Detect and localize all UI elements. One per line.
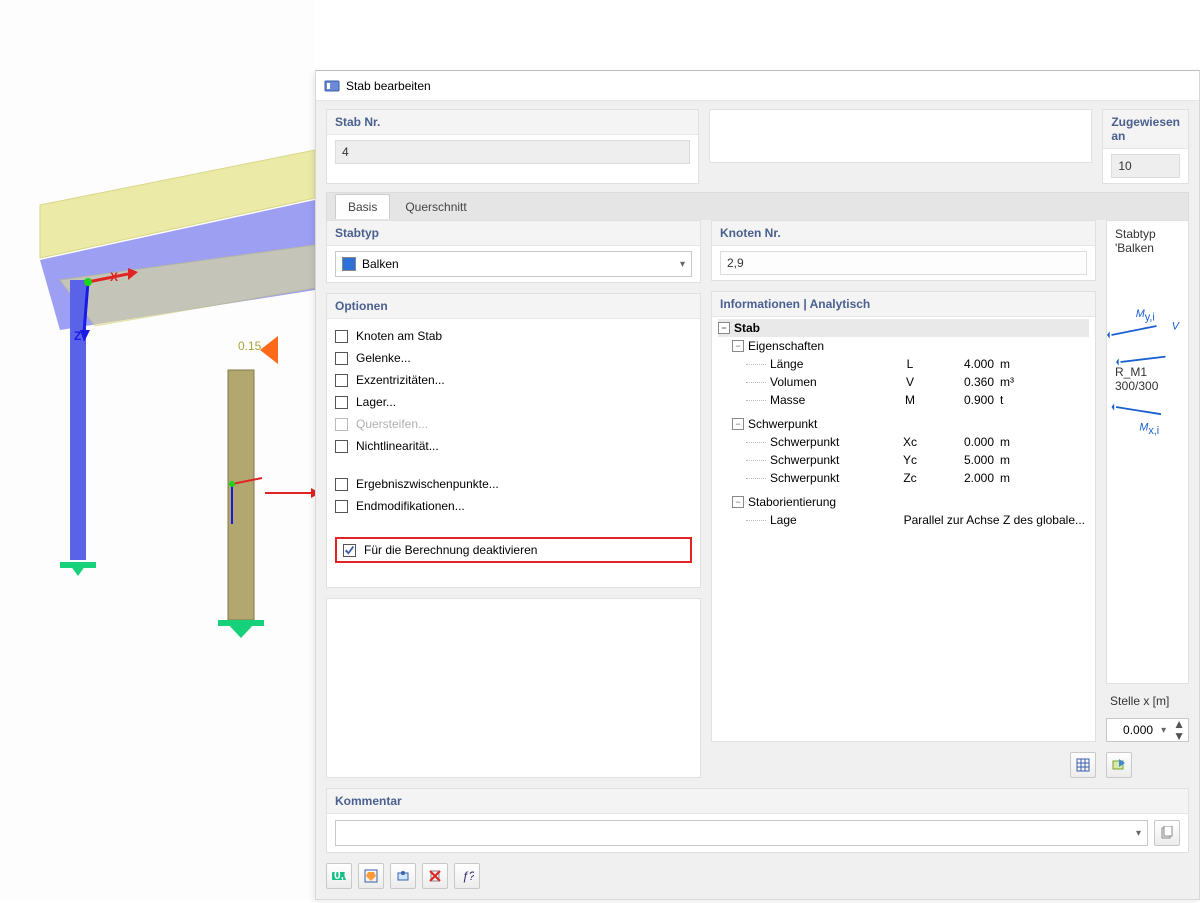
- dialog-titlebar[interactable]: Stab bearbeiten: [316, 71, 1199, 101]
- tree-collapse-icon[interactable]: −: [732, 496, 744, 508]
- knoten-input[interactable]: [720, 251, 1087, 275]
- footer-toolbar: 0,00 ƒ?: [316, 857, 1199, 899]
- kommentar-edit-button[interactable]: [1154, 820, 1180, 846]
- optionen-lower-blank: [326, 598, 701, 778]
- edit-member-dialog: Stab bearbeiten Stab Nr. Zugewiesen an B…: [315, 70, 1200, 900]
- stabtyp-dropdown[interactable]: Balken ▾: [335, 251, 692, 277]
- stabtyp-label: Stabtyp: [327, 221, 700, 246]
- dialog-icon: [324, 78, 340, 94]
- svg-text:M: M: [1139, 421, 1148, 433]
- tab-strip: Basis Querschnitt: [326, 192, 1189, 220]
- zugewiesen-label: Zugewiesen an: [1103, 110, 1188, 149]
- svg-text:0,00: 0,00: [334, 869, 347, 882]
- svg-text:V: V: [1172, 321, 1181, 333]
- tab-querschnitt[interactable]: Querschnitt: [392, 194, 479, 219]
- svg-text:0.15: 0.15: [238, 339, 262, 353]
- opt-nichtlinearitaet[interactable]: Nichtlinearität...: [335, 439, 692, 453]
- kommentar-panel: Kommentar ▾: [326, 788, 1189, 853]
- chevron-down-icon: ▾: [680, 259, 685, 270]
- stabtyp-value: Balken: [362, 257, 399, 271]
- chevron-down-icon: ▾: [1136, 828, 1147, 839]
- stelle-x-label: Stelle x [m]: [1106, 694, 1189, 708]
- opt-knoten-am-stab[interactable]: Knoten am Stab: [335, 329, 692, 343]
- view-render-button[interactable]: [390, 863, 416, 889]
- dialog-title: Stab bearbeiten: [346, 79, 431, 93]
- opt-gelenke[interactable]: Gelenke...: [335, 351, 692, 365]
- kommentar-combo[interactable]: ▾: [335, 820, 1148, 846]
- chevron-down-icon: ▾: [1157, 725, 1170, 736]
- optionen-panel: Optionen Knoten am Stab Gelenke... Exzen…: [326, 293, 701, 588]
- units-button[interactable]: 0,00: [326, 863, 352, 889]
- tab-basis[interactable]: Basis: [335, 194, 390, 219]
- opt-lager[interactable]: Lager...: [335, 395, 692, 409]
- zugewiesen-panel: Zugewiesen an: [1102, 109, 1189, 184]
- opt-quersteifen: Quersteifen...: [335, 417, 692, 431]
- function-button[interactable]: ƒ?: [454, 863, 480, 889]
- grid-options-button[interactable]: [1070, 752, 1096, 778]
- stab-nr-input[interactable]: [335, 140, 690, 164]
- header-row: Stab Nr. Zugewiesen an: [316, 101, 1199, 184]
- svg-text:M: M: [1136, 308, 1145, 320]
- stab-nr-label: Stab Nr.: [327, 110, 698, 135]
- svg-text:Z: Z: [74, 329, 81, 343]
- delete-button[interactable]: [422, 863, 448, 889]
- tree-collapse-icon[interactable]: −: [732, 418, 744, 430]
- stabtyp-panel: Stabtyp Balken ▾: [326, 220, 701, 283]
- opt-ergebniszwischenpunkte[interactable]: Ergebniszwischenpunkte...: [335, 477, 692, 491]
- info-header: Informationen | Analytisch: [712, 292, 1095, 317]
- zugewiesen-input[interactable]: [1111, 154, 1180, 178]
- section-label: R_M1 300/300: [1115, 365, 1188, 393]
- opt-endmodifikationen[interactable]: Endmodifikationen...: [335, 499, 692, 513]
- goto-button[interactable]: [1106, 752, 1132, 778]
- tree-collapse-icon[interactable]: −: [718, 322, 730, 334]
- knoten-label: Knoten Nr.: [712, 221, 1095, 246]
- spinner-arrows-icon[interactable]: ▲▼: [1170, 718, 1188, 742]
- opt-deactivate-calc[interactable]: Für die Berechnung deaktivieren: [343, 543, 537, 557]
- svg-text:ƒ?: ƒ?: [462, 869, 474, 883]
- header-spacer: [709, 109, 1092, 163]
- svg-text:X: X: [110, 270, 118, 284]
- view-model-button[interactable]: [358, 863, 384, 889]
- knoten-panel: Knoten Nr.: [711, 220, 1096, 281]
- opt-deactivate-highlight: Für die Berechnung deaktivieren: [335, 537, 692, 563]
- svg-text:y,i: y,i: [1145, 312, 1155, 324]
- info-panel: Informationen | Analytisch −Stab −Eigens…: [711, 291, 1096, 742]
- callout-arrow: [265, 487, 320, 499]
- preview-panel: Stabtyp 'Balken My,i V Mx,i R_M1 300/300: [1106, 220, 1189, 684]
- main-columns: Stabtyp Balken ▾ Optionen Knoten am Stab…: [316, 220, 1199, 788]
- preview-title: Stabtyp 'Balken: [1107, 221, 1188, 261]
- stabtyp-color-swatch: [342, 257, 356, 271]
- opt-exzentrizitaeten[interactable]: Exzentrizitäten...: [335, 373, 692, 387]
- tree-collapse-icon[interactable]: −: [732, 340, 744, 352]
- kommentar-label: Kommentar: [327, 789, 1188, 814]
- svg-text:x,i: x,i: [1148, 425, 1159, 437]
- optionen-label: Optionen: [327, 294, 700, 319]
- viewport-3d[interactable]: 0.15 X Z: [0, 0, 315, 900]
- stelle-x-spinner[interactable]: 0.000 ▾ ▲▼: [1106, 718, 1189, 742]
- stab-nr-panel: Stab Nr.: [326, 109, 699, 184]
